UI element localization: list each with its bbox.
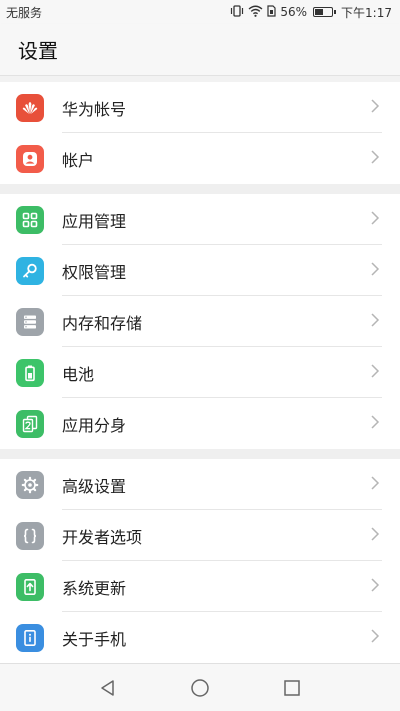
chevron-right-icon [370,149,380,169]
update-icon [16,572,44,601]
settings-item-app-management[interactable]: 应用管理 [0,194,400,245]
storage-icon [16,307,44,336]
group-separator [0,184,400,194]
chevron-right-icon [370,475,380,495]
settings-item-label: 权限管理 [62,262,127,282]
key-icon [16,256,44,285]
app-grid-icon [16,205,44,234]
vibrate-icon [230,4,244,20]
navigation-bar [0,663,400,711]
battery-fill [315,9,324,15]
battery-icon [16,358,44,387]
settings-item-accounts[interactable]: 帐户 [0,133,400,184]
carrier-text: 无服务 [6,5,43,20]
settings-group-system: 高级设置 开发者选项 系统更新 关于手机 [0,459,400,663]
settings-item-label: 应用管理 [62,211,127,231]
settings-item-label: 高级设置 [62,476,127,496]
settings-item-permissions[interactable]: 权限管理 [0,245,400,296]
chevron-right-icon [370,628,380,648]
settings-item-label: 华为帐号 [62,99,127,119]
page-header: 设置 [0,24,400,76]
settings-item-system-update[interactable]: 系统更新 [0,561,400,612]
settings-item-huawei-id[interactable]: 华为帐号 [0,82,400,133]
settings-item-storage[interactable]: 内存和存储 [0,296,400,347]
settings-item-label: 系统更新 [62,578,127,598]
settings-item-label: 开发者选项 [62,527,143,547]
settings-group-apps: 应用管理 权限管理 内存和存储 电池 应用分身 [0,194,400,449]
chevron-right-icon [370,577,380,597]
settings-item-about-phone[interactable]: 关于手机 [0,612,400,663]
settings-list: 华为帐号 帐户 应用管理 权限管理 内存和存储 电池 应用分身 高级设置 开发者… [0,76,400,663]
page-title: 设置 [18,39,58,63]
status-bar: 无服务 56% 下午1:17 [0,0,400,24]
chevron-right-icon [370,363,380,383]
chevron-right-icon [370,526,380,546]
chevron-right-icon [370,210,380,230]
chevron-right-icon [370,414,380,434]
settings-item-label: 电池 [62,364,95,384]
settings-item-label: 应用分身 [62,415,127,435]
home-icon[interactable] [188,676,212,700]
chevron-right-icon [370,312,380,332]
sim-icon [267,4,276,20]
status-icons: 56% 下午1:17 [230,4,392,21]
settings-item-label: 帐户 [62,150,95,170]
settings-item-label: 内存和存储 [62,313,143,333]
settings-item-label: 关于手机 [62,629,127,649]
chevron-right-icon [370,261,380,281]
clock-text: 下午1:17 [341,5,392,20]
settings-group-account: 华为帐号 帐户 [0,82,400,184]
account-icon [16,144,44,173]
braces-icon [16,521,44,550]
settings-item-battery[interactable]: 电池 [0,347,400,398]
info-icon [16,623,44,652]
back-icon[interactable] [96,676,120,700]
wifi-icon [248,5,263,20]
settings-item-app-twin[interactable]: 应用分身 [0,398,400,449]
battery-level-text: 56% [280,5,308,19]
battery-indicator-icon [313,7,337,17]
settings-item-developer-options[interactable]: 开发者选项 [0,510,400,561]
recents-icon[interactable] [280,676,304,700]
settings-item-advanced[interactable]: 高级设置 [0,459,400,510]
gear-icon [16,470,44,499]
app-twin-icon [16,409,44,438]
chevron-right-icon [370,98,380,118]
group-separator [0,449,400,459]
huawei-logo-icon [16,93,44,122]
